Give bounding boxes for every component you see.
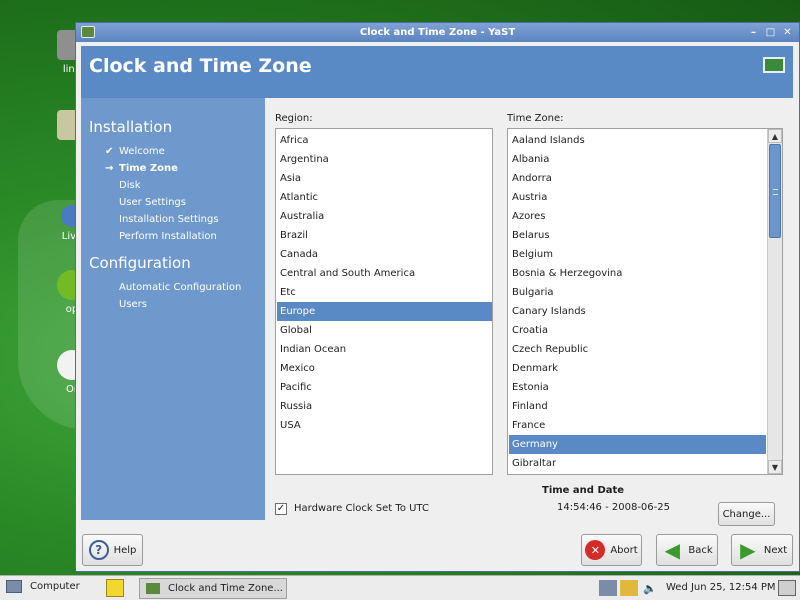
globe-icon bbox=[763, 57, 785, 73]
network-icon[interactable] bbox=[599, 580, 617, 596]
step-user-settings: User Settings bbox=[119, 197, 186, 208]
yast-icon bbox=[146, 583, 160, 594]
region-listbox[interactable]: Africa Argentina Asia Atlantic Australia Braz… bbox=[275, 128, 493, 475]
abort-icon: ✕ bbox=[585, 540, 606, 560]
minimize-button[interactable]: – bbox=[746, 25, 761, 39]
timezone-list-item[interactable]: France bbox=[509, 416, 766, 435]
timezone-list-item[interactable]: Gibraltar bbox=[509, 454, 766, 473]
arrow-left-icon: ◀ bbox=[664, 538, 681, 562]
timezone-list-item[interactable]: Denmark bbox=[509, 359, 766, 378]
step-time-zone: → Time Zone bbox=[105, 163, 178, 174]
help-button[interactable]: ? Help bbox=[82, 534, 143, 566]
hw-clock-checkbox[interactable]: ✓ bbox=[275, 503, 287, 515]
volume-icon[interactable]: 🔈 bbox=[641, 580, 659, 596]
scroll-up-icon[interactable]: ▲ bbox=[768, 129, 782, 143]
region-list-item[interactable]: Russia bbox=[277, 397, 492, 416]
arrow-right-icon: → bbox=[105, 163, 114, 174]
section-installation: Installation bbox=[89, 118, 173, 136]
workspace-icon[interactable] bbox=[778, 580, 796, 596]
timezone-list-item[interactable]: Czech Republic bbox=[509, 340, 766, 359]
section-configuration: Configuration bbox=[89, 254, 191, 272]
window-titlebar[interactable]: Clock and Time Zone - YaST – □ ✕ bbox=[76, 23, 799, 42]
region-list-item[interactable]: Europe bbox=[277, 302, 492, 321]
back-button[interactable]: ◀ Back bbox=[656, 534, 718, 566]
timezone-list-item[interactable]: Croatia bbox=[509, 321, 766, 340]
main-content: Region: Africa Argentina Asia Atlantic Austr… bbox=[265, 98, 793, 526]
step-welcome: ✔ Welcome bbox=[105, 146, 165, 157]
timezone-list-item[interactable]: Andorra bbox=[509, 169, 766, 188]
next-button[interactable]: ▶ Next bbox=[731, 534, 793, 566]
computer-menu[interactable]: Computer bbox=[6, 580, 80, 593]
scroll-down-icon[interactable]: ▼ bbox=[768, 460, 782, 474]
region-list-item[interactable]: Australia bbox=[277, 207, 492, 226]
update-icon[interactable] bbox=[620, 580, 638, 596]
timezone-list-item[interactable]: Estonia bbox=[509, 378, 766, 397]
region-list-item[interactable]: Indian Ocean bbox=[277, 340, 492, 359]
timezone-list-item[interactable]: Belgium bbox=[509, 245, 766, 264]
window-title: Clock and Time Zone - YaST bbox=[359, 27, 516, 38]
abort-button[interactable]: ✕ Abort bbox=[581, 534, 642, 566]
yast-icon bbox=[81, 26, 95, 38]
region-list-item[interactable]: Etc bbox=[277, 283, 492, 302]
region-list-item[interactable]: Canada bbox=[277, 245, 492, 264]
yast-window: Clock and Time Zone - YaST – □ ✕ Clock a… bbox=[75, 22, 800, 572]
timezone-list-item[interactable]: Finland bbox=[509, 397, 766, 416]
region-list-item[interactable]: Africa bbox=[277, 131, 492, 150]
timezone-list-item[interactable]: Bosnia & Herzegovina bbox=[509, 264, 766, 283]
region-list-item[interactable]: Central and South America bbox=[277, 264, 492, 283]
page-title: Clock and Time Zone bbox=[89, 55, 312, 77]
time-date-heading: Time and Date bbox=[542, 485, 625, 496]
scrollbar-thumb[interactable] bbox=[769, 144, 781, 238]
timezone-list-item[interactable]: Aaland Islands bbox=[509, 131, 766, 150]
computer-icon bbox=[6, 580, 22, 593]
time-date-value: 14:54:46 - 2008-06-25 bbox=[557, 502, 670, 513]
maximize-button[interactable]: □ bbox=[763, 25, 778, 39]
check-icon: ✔ bbox=[105, 146, 114, 157]
region-list-item[interactable]: Pacific bbox=[277, 378, 492, 397]
hw-clock-label[interactable]: Hardware Clock Set To UTC bbox=[294, 503, 429, 514]
steps-sidebar: Installation ✔ Welcome → Time Zone Disk … bbox=[81, 98, 265, 520]
timezone-list-item[interactable]: Albania bbox=[509, 150, 766, 169]
timezone-list-item[interactable]: Germany bbox=[509, 435, 766, 454]
step-users: Users bbox=[119, 299, 148, 310]
timezone-list-item[interactable]: Austria bbox=[509, 188, 766, 207]
taskbar-button[interactable]: Clock and Time Zone... bbox=[139, 578, 287, 599]
step-disk: Disk bbox=[119, 180, 141, 191]
timezone-scrollbar[interactable]: ▲ ▼ bbox=[767, 129, 782, 474]
panel-clock[interactable]: Wed Jun 25, 12:54 PM bbox=[666, 582, 776, 593]
timezone-list-item[interactable]: Belarus bbox=[509, 226, 766, 245]
change-button[interactable]: Change... bbox=[718, 502, 775, 526]
notes-icon[interactable] bbox=[106, 579, 124, 597]
arrow-right-icon: ▶ bbox=[740, 538, 756, 562]
timezone-list-item[interactable]: Canary Islands bbox=[509, 302, 766, 321]
region-list-item[interactable]: USA bbox=[277, 416, 492, 435]
region-list-item[interactable]: Global bbox=[277, 321, 492, 340]
region-list-item[interactable]: Argentina bbox=[277, 150, 492, 169]
timezone-list-item[interactable]: Bulgaria bbox=[509, 283, 766, 302]
help-icon: ? bbox=[88, 540, 109, 560]
region-list-item[interactable]: Mexico bbox=[277, 359, 492, 378]
region-list-item[interactable]: Brazil bbox=[277, 226, 492, 245]
step-installation-settings: Installation Settings bbox=[119, 214, 219, 225]
timezone-label: Time Zone: bbox=[507, 113, 564, 124]
close-button[interactable]: ✕ bbox=[780, 25, 795, 39]
step-automatic-configuration: Automatic Configuration bbox=[119, 282, 242, 293]
timezone-listbox[interactable]: Aaland Islands Albania Andorra Austria Azore… bbox=[507, 128, 783, 475]
timezone-list-item[interactable]: Azores bbox=[509, 207, 766, 226]
step-perform-installation: Perform Installation bbox=[119, 231, 217, 242]
region-list-item[interactable]: Asia bbox=[277, 169, 492, 188]
region-label: Region: bbox=[275, 113, 313, 124]
region-list-item[interactable]: Atlantic bbox=[277, 188, 492, 207]
page-header: Clock and Time Zone bbox=[81, 46, 793, 98]
bottom-panel: Computer Clock and Time Zone... 🔈 Wed Ju… bbox=[0, 575, 800, 600]
